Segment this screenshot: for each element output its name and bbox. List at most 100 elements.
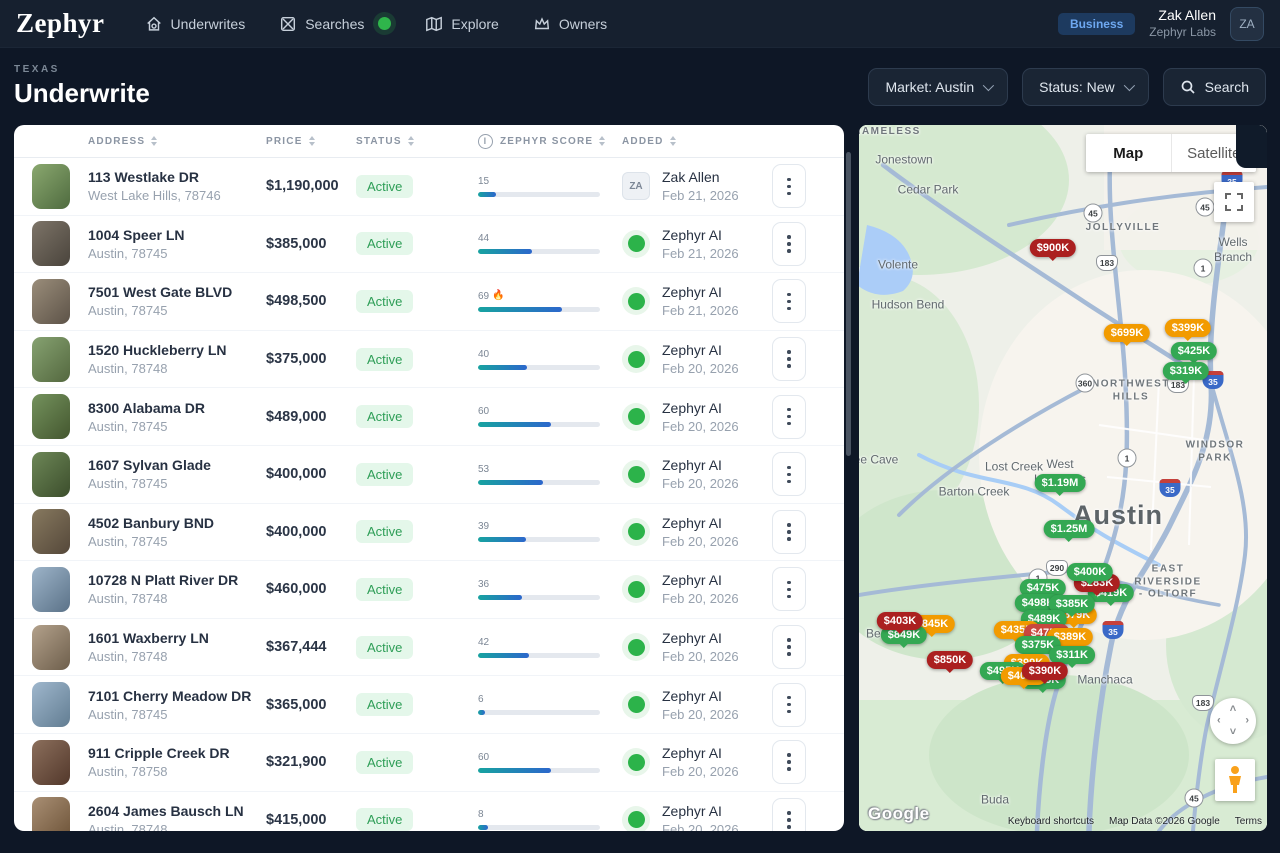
zephyr-score-bar <box>478 710 600 715</box>
search-icon <box>1180 79 1196 95</box>
pan-left-icon[interactable]: ‹ <box>1217 716 1221 727</box>
table-row[interactable]: 1520 Huckleberry LN Austin, 78748 $375,0… <box>14 331 844 389</box>
row-menu-button[interactable] <box>772 337 806 381</box>
nav-item-owners[interactable]: Owners <box>533 15 607 33</box>
row-menu-button[interactable] <box>772 740 806 784</box>
fullscreen-button[interactable] <box>1214 182 1254 222</box>
table-row[interactable]: 2604 James Bausch LN Austin, 78748 $415,… <box>14 792 844 831</box>
pan-right-icon[interactable]: › <box>1245 716 1249 727</box>
table-scrollbar[interactable] <box>846 152 851 456</box>
price-marker[interactable]: $425K <box>1171 342 1217 360</box>
pan-down-icon[interactable]: ˅ <box>1230 727 1236 738</box>
status-badge: Active <box>356 348 413 371</box>
fire-icon: 🔥 <box>492 291 504 301</box>
price-marker[interactable]: $850K <box>927 651 973 669</box>
zephyr-score-bar <box>478 768 600 773</box>
column-header-zephyr-score[interactable]: iZephyr Score <box>478 134 622 149</box>
row-menu-button[interactable] <box>772 683 806 727</box>
search-button[interactable]: Search <box>1163 68 1266 106</box>
user-avatar[interactable]: ZA <box>1230 7 1264 41</box>
price-marker[interactable]: $1.19M <box>1035 474 1086 492</box>
property-locality: Austin, 78748 <box>88 361 266 376</box>
table-row[interactable]: 1601 Waxberry LN Austin, 78748 $367,444 … <box>14 619 844 677</box>
price-marker[interactable]: $403K <box>877 612 923 630</box>
row-menu-button[interactable] <box>772 222 806 266</box>
map-attribution: Keyboard shortcuts Map Data ©2026 Google… <box>1008 816 1262 827</box>
added-by-avatar <box>622 403 650 431</box>
nav-item-underwrites[interactable]: Underwrites <box>145 15 246 33</box>
added-by-avatar <box>622 575 650 603</box>
market-filter-button[interactable]: Market: Austin <box>868 68 1008 106</box>
property-price: $365,000 <box>266 697 356 713</box>
row-menu-button[interactable] <box>772 510 806 554</box>
table-row[interactable]: 7101 Cherry Meadow DR Austin, 78745 $365… <box>14 676 844 734</box>
table-row[interactable]: 1607 Sylvan Glade Austin, 78745 $400,000… <box>14 446 844 504</box>
property-address: 2604 James Bausch LN <box>88 803 266 819</box>
row-menu-button[interactable] <box>772 567 806 611</box>
map-type-map-button[interactable]: Map <box>1086 134 1171 172</box>
map[interactable]: NAMELESSJonestownCedar ParkJOLLYVILLEWel… <box>859 125 1267 831</box>
sort-icon <box>670 136 676 146</box>
property-price: $1,190,000 <box>266 178 356 194</box>
row-menu-button[interactable] <box>772 452 806 496</box>
route-shield-1: 1 <box>1194 259 1213 278</box>
pan-control[interactable]: ˄ ˅ ‹ › <box>1210 698 1256 744</box>
price-marker[interactable]: $400K <box>1067 563 1113 581</box>
green-dot-icon <box>628 351 645 368</box>
terms-link[interactable]: Terms <box>1235 816 1262 827</box>
row-menu-button[interactable] <box>772 395 806 439</box>
price-marker[interactable]: $900K <box>1030 239 1076 257</box>
property-price: $489,000 <box>266 409 356 425</box>
column-header-price[interactable]: Price <box>266 136 356 147</box>
table-row[interactable]: 10728 N Platt River DR Austin, 78748 $46… <box>14 561 844 619</box>
status-filter-button[interactable]: Status: New <box>1022 68 1148 106</box>
property-address: 8300 Alabama DR <box>88 400 266 416</box>
table-row[interactable]: 4502 Banbury BND Austin, 78745 $400,000 … <box>14 504 844 562</box>
table-row[interactable]: 113 Westlake DR West Lake Hills, 78746 $… <box>14 158 844 216</box>
primary-nav: Underwrites Searches Explore Owners <box>145 15 608 33</box>
row-menu-button[interactable] <box>772 279 806 323</box>
price-marker[interactable]: $319K <box>1163 362 1209 380</box>
zephyr-score-bar <box>478 480 600 485</box>
property-address: 7101 Cherry Meadow DR <box>88 688 266 704</box>
added-date: Feb 20, 2026 <box>662 649 739 664</box>
column-header-status[interactable]: Status <box>356 136 478 147</box>
status-badge: Active <box>356 578 413 601</box>
table-row[interactable]: 911 Cripple Creek DR Austin, 78758 $321,… <box>14 734 844 792</box>
street-view-pegman[interactable] <box>1215 759 1255 801</box>
added-date: Feb 21, 2026 <box>662 188 739 203</box>
added-by-name: Zephyr AI <box>662 630 739 646</box>
route-shield-183: 183 <box>1096 255 1118 271</box>
property-photo <box>32 682 70 727</box>
pan-up-icon[interactable]: ˄ <box>1230 704 1236 715</box>
table-row[interactable]: 1004 Speer LN Austin, 78745 $385,000 Act… <box>14 216 844 274</box>
added-by-name: Zephyr AI <box>662 284 739 300</box>
keyboard-shortcuts-link[interactable]: Keyboard shortcuts <box>1008 816 1094 827</box>
column-header-added[interactable]: Added <box>622 136 772 147</box>
table-row[interactable]: 7501 West Gate BLVD Austin, 78745 $498,5… <box>14 273 844 331</box>
table-row[interactable]: 8300 Alabama DR Austin, 78745 $489,000 A… <box>14 388 844 446</box>
row-menu-button[interactable] <box>772 164 806 208</box>
price-marker[interactable]: $390K <box>1022 662 1068 680</box>
added-by-avatar <box>622 748 650 776</box>
nav-item-searches[interactable]: Searches <box>279 15 391 33</box>
property-locality: Austin, 78745 <box>88 707 266 722</box>
zephyr-score-value: 44 <box>478 233 489 244</box>
brand-logo[interactable]: Zephyr <box>16 8 105 39</box>
price-marker[interactable]: $399K <box>1165 319 1211 337</box>
zephyr-score-value: 60 <box>478 752 489 763</box>
row-menu-button[interactable] <box>772 798 806 831</box>
property-address: 1004 Speer LN <box>88 227 266 243</box>
added-date: Feb 20, 2026 <box>662 419 739 434</box>
zephyr-score-value: 39 <box>478 521 489 532</box>
zephyr-score-value: 60 <box>478 406 489 417</box>
green-dot-icon <box>628 293 645 310</box>
row-menu-button[interactable] <box>772 625 806 669</box>
price-marker[interactable]: $699K <box>1104 324 1150 342</box>
property-photo <box>32 394 70 439</box>
added-date: Feb 20, 2026 <box>662 534 739 549</box>
added-by-name: Zephyr AI <box>662 572 739 588</box>
price-marker[interactable]: $1.25M <box>1044 520 1095 538</box>
nav-item-explore[interactable]: Explore <box>425 15 498 33</box>
column-header-address[interactable]: Address <box>88 136 266 147</box>
